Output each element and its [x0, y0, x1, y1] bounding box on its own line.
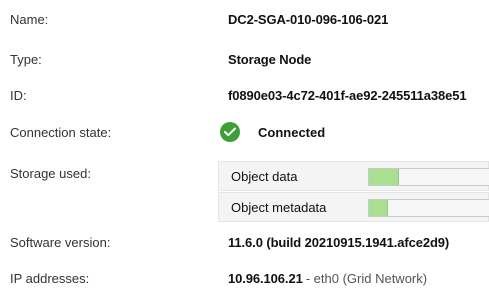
name-label: Name: [10, 12, 49, 27]
storage-item-object-metadata: Object metadata [218, 192, 489, 222]
id-label: ID: [10, 88, 27, 103]
connection-label: Connection state: [10, 125, 112, 140]
storage-label: Storage used: [10, 166, 91, 181]
connection-value: Connected [258, 124, 326, 140]
type-label: Type: [10, 52, 42, 67]
check-circle-icon [220, 122, 240, 142]
storage-item-label: Object metadata [231, 200, 327, 215]
object-metadata-bar-fill [369, 200, 389, 216]
name-value: DC2-SGA-010-096-106-021 [228, 12, 389, 27]
object-data-bar [368, 168, 489, 186]
connection-state: Connected [220, 121, 325, 143]
storage-item-object-data: Object data [218, 161, 489, 191]
ip-interface: - eth0 (Grid Network) [305, 271, 428, 286]
node-overview-panel: Name: DC2-SGA-010-096-106-021 Type: Stor… [0, 0, 489, 295]
object-data-bar-fill [369, 169, 399, 185]
software-value: 11.6.0 (build 20210915.1941.afce2d9) [228, 235, 450, 250]
object-metadata-bar [368, 199, 489, 217]
storage-item-label: Object data [231, 169, 298, 184]
id-value: f0890e03-4c72-401f-ae92-245511a38e51 [228, 88, 467, 103]
software-label: Software version: [10, 235, 111, 250]
ip-address: 10.96.106.21 [228, 271, 303, 286]
ip-value-wrap: 10.96.106.21- eth0 (Grid Network) [228, 271, 427, 286]
type-value: Storage Node [228, 52, 312, 67]
ip-label: IP addresses: [10, 271, 90, 286]
